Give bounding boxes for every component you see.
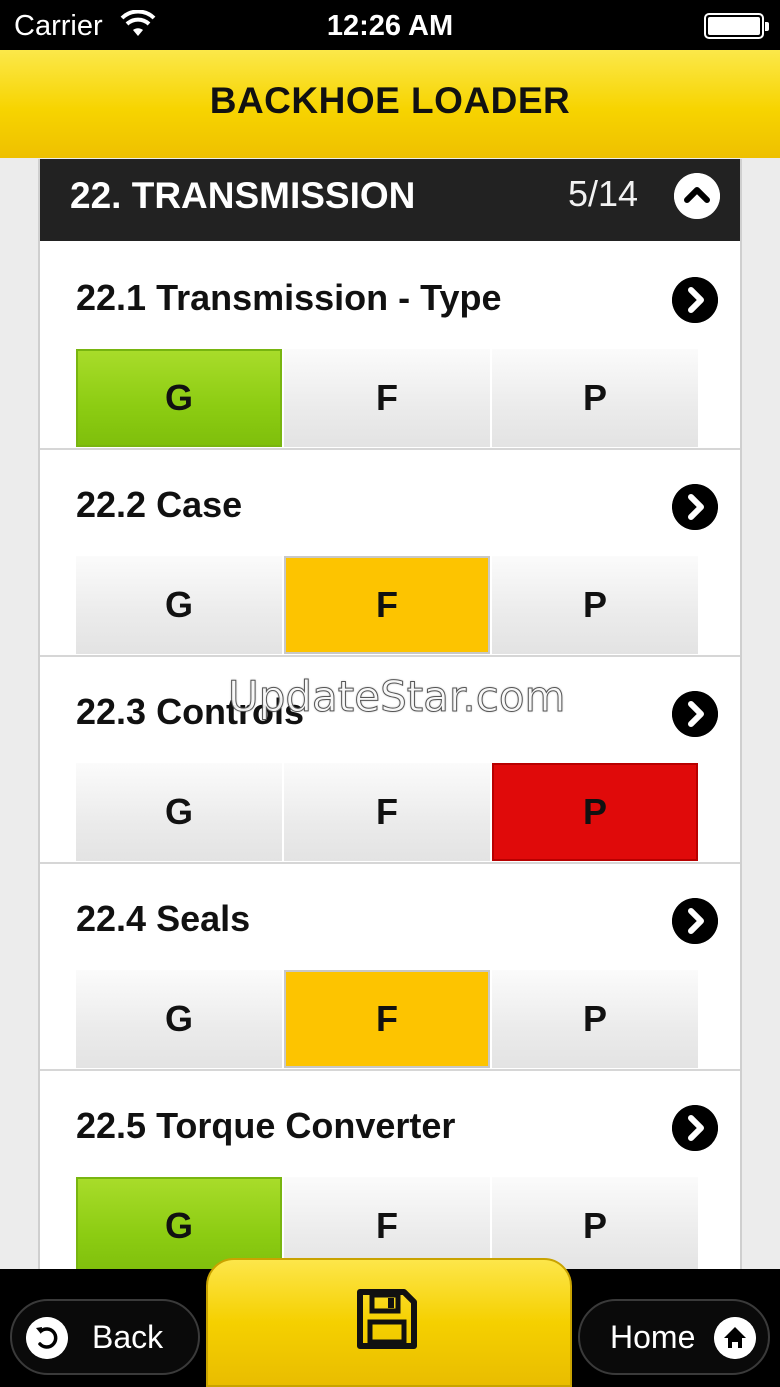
rating-poor-button[interactable]: P (492, 763, 698, 861)
rating-good-button[interactable]: G (76, 763, 282, 861)
item-title: 22.5 Torque Converter (76, 1105, 456, 1146)
section-header[interactable]: 22. TRANSMISSION 5/14 (40, 159, 740, 241)
rating-good-button[interactable]: G (76, 970, 282, 1068)
checklist-item: 22.2 Case G F P (40, 450, 740, 657)
item-title: 22.1 Transmission - Type (76, 277, 502, 318)
rating-poor-button[interactable]: P (492, 1177, 698, 1269)
rating-poor-button[interactable]: P (492, 556, 698, 654)
rating-poor-button[interactable]: P (492, 970, 698, 1068)
rating-fair-button[interactable]: F (284, 763, 490, 861)
chevron-right-icon[interactable] (672, 277, 718, 323)
section-title: 22. TRANSMISSION (70, 175, 416, 216)
rating-fair-button[interactable]: F (284, 970, 490, 1068)
save-icon (357, 1289, 417, 1349)
chevron-right-icon[interactable] (672, 1105, 718, 1151)
rating-poor-button[interactable]: P (492, 349, 698, 447)
back-button[interactable]: Back (10, 1299, 200, 1375)
title-bar: BACKHOE LOADER (0, 50, 780, 158)
rating-good-button[interactable]: G (76, 349, 282, 447)
item-title: 22.4 Seals (76, 898, 251, 939)
chevron-right-icon[interactable] (672, 691, 718, 737)
checklist-item: 22.4 Seals G F P (40, 864, 740, 1071)
rating-fair-button[interactable]: F (284, 556, 490, 654)
chevron-right-icon[interactable] (672, 484, 718, 530)
back-label: Back (92, 1319, 164, 1355)
section-progress: 5/14 (568, 173, 639, 214)
chevron-up-icon[interactable] (674, 173, 720, 219)
rating-good-button[interactable]: G (76, 556, 282, 654)
item-title: 22.2 Case (76, 484, 243, 525)
undo-icon (26, 1317, 68, 1359)
home-icon (714, 1317, 756, 1359)
rating-good-button[interactable]: G (76, 1177, 282, 1269)
battery-icon (704, 13, 769, 39)
checklist-item: 22.5 Torque Converter G F P (40, 1071, 740, 1269)
home-label: Home (610, 1319, 696, 1355)
rating-fair-button[interactable]: F (284, 349, 490, 447)
checklist-item: 22.1 Transmission - Type G F P (40, 243, 740, 450)
page-title: BACKHOE LOADER (209, 80, 571, 121)
watermark: UpdateStar.com (227, 672, 566, 722)
save-button[interactable] (206, 1258, 572, 1387)
chevron-right-icon[interactable] (672, 898, 718, 944)
rating-fair-button[interactable]: F (284, 1177, 490, 1269)
clock: 12:26 AM (326, 10, 454, 42)
home-button[interactable]: Home (578, 1299, 770, 1375)
status-bar: Carrier 12:26 AM (0, 0, 780, 50)
